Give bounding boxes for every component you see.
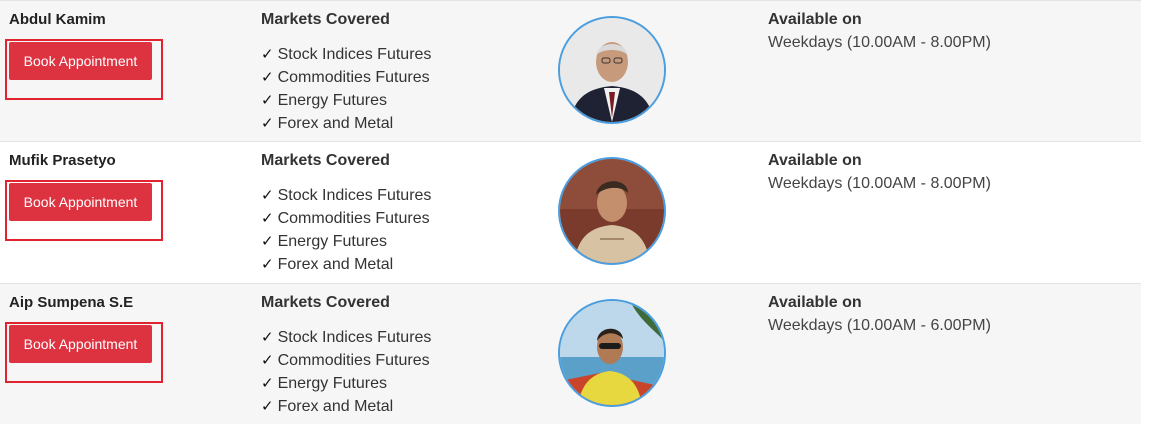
market-label: Energy Futures (277, 233, 387, 250)
check-icon: ✓ (261, 92, 274, 109)
check-icon: ✓ (261, 69, 274, 86)
markets-list: ✓ Stock Indices Futures ✓ Commodities Futu… (261, 326, 431, 418)
list-item: ✓ Commodities Futures (261, 66, 431, 89)
list-item: ✓ Energy Futures (261, 372, 431, 395)
check-icon: ✓ (261, 375, 274, 392)
market-label: Stock Indices Futures (277, 329, 432, 346)
available-on-title: Available on (768, 152, 862, 169)
list-item: ✓ Energy Futures (261, 89, 431, 112)
list-item: ✓ Forex and Metal (261, 112, 431, 135)
check-icon: ✓ (261, 115, 274, 132)
advisor-name: Mufik Prasetyo (9, 152, 116, 169)
book-appointment-button[interactable]: Book Appointment (9, 325, 152, 363)
market-label: Stock Indices Futures (277, 187, 432, 204)
available-on-title: Available on (768, 294, 862, 311)
advisor-list: Abdul Kamim Book Appointment Markets Cov… (0, 0, 1141, 424)
markets-covered-title: Markets Covered (261, 152, 390, 169)
market-label: Stock Indices Futures (277, 46, 432, 63)
person-photo-icon (560, 18, 664, 122)
check-icon: ✓ (261, 329, 274, 346)
check-icon: ✓ (261, 233, 274, 250)
market-label: Energy Futures (277, 375, 387, 392)
market-label: Commodities Futures (277, 69, 430, 86)
list-item: ✓ Stock Indices Futures (261, 43, 431, 66)
check-icon: ✓ (261, 256, 274, 273)
check-icon: ✓ (261, 352, 274, 369)
advisor-row: Mufik Prasetyo Book Appointment Markets … (0, 141, 1141, 282)
markets-list: ✓ Stock Indices Futures ✓ Commodities Futu… (261, 43, 431, 135)
availability-hours: Weekdays (10.00AM - 6.00PM) (768, 317, 991, 334)
check-icon: ✓ (261, 210, 274, 227)
market-label: Energy Futures (277, 92, 387, 109)
market-label: Commodities Futures (277, 352, 430, 369)
markets-covered-title: Markets Covered (261, 11, 390, 28)
check-icon: ✓ (261, 398, 274, 415)
markets-covered-title: Markets Covered (261, 294, 390, 311)
book-appointment-button[interactable]: Book Appointment (9, 42, 152, 80)
market-label: Forex and Metal (277, 398, 394, 415)
market-label: Forex and Metal (277, 256, 394, 273)
market-label: Commodities Futures (277, 210, 430, 227)
advisor-row: Abdul Kamim Book Appointment Markets Cov… (0, 0, 1141, 141)
advisor-name: Aip Sumpena S.E (9, 294, 134, 311)
market-label: Forex and Metal (277, 115, 394, 132)
avatar (558, 157, 666, 265)
list-item: ✓ Forex and Metal (261, 395, 431, 418)
availability-hours: Weekdays (10.00AM - 8.00PM) (768, 175, 991, 192)
list-item: ✓ Energy Futures (261, 230, 431, 253)
advisor-row: Aip Sumpena S.E Book Appointment Markets… (0, 283, 1141, 424)
avatar (558, 299, 666, 407)
list-item: ✓ Stock Indices Futures (261, 326, 431, 349)
available-on-title: Available on (768, 11, 862, 28)
list-item: ✓ Forex and Metal (261, 253, 431, 276)
markets-list: ✓ Stock Indices Futures ✓ Commodities Futu… (261, 184, 431, 276)
person-photo-icon (560, 159, 664, 263)
list-item: ✓ Commodities Futures (261, 349, 431, 372)
list-item: ✓ Commodities Futures (261, 207, 431, 230)
check-icon: ✓ (261, 46, 274, 63)
person-photo-icon (560, 301, 664, 405)
avatar (558, 16, 666, 124)
book-appointment-button[interactable]: Book Appointment (9, 183, 152, 221)
list-item: ✓ Stock Indices Futures (261, 184, 431, 207)
check-icon: ✓ (261, 187, 274, 204)
availability-hours: Weekdays (10.00AM - 8.00PM) (768, 34, 991, 51)
advisor-name: Abdul Kamim (9, 11, 106, 28)
